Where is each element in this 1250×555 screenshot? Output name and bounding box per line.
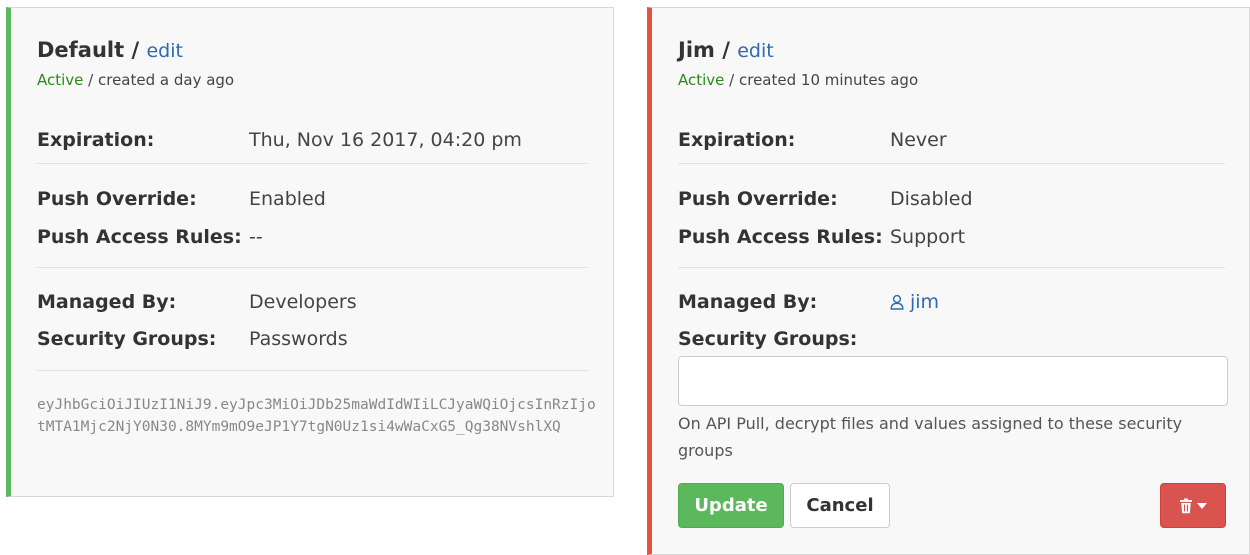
edit-link[interactable]: edit — [737, 40, 773, 62]
push-override-value: Enabled — [249, 188, 326, 210]
edit-link[interactable]: edit — [146, 40, 182, 62]
token-name: Jim — [678, 38, 715, 62]
cancel-button[interactable]: Cancel — [790, 483, 890, 528]
user-icon — [890, 294, 904, 310]
push-access-value: -- — [249, 226, 263, 248]
security-groups-input[interactable] — [678, 356, 1228, 406]
expiration-value: Never — [890, 129, 947, 151]
divider — [678, 267, 1225, 268]
expiration-label: Expiration: — [37, 129, 155, 151]
managed-by-label: Managed By: — [37, 291, 177, 313]
trash-icon — [1180, 498, 1192, 513]
token-name: Default — [37, 38, 125, 62]
divider — [678, 163, 1225, 164]
token-card-default: Default / edit Active / created a day ag… — [6, 7, 614, 497]
push-access-link[interactable]: Support — [890, 226, 965, 248]
chevron-down-icon — [1197, 502, 1207, 509]
status-text: Active — [37, 71, 84, 89]
divider — [37, 163, 589, 164]
card-title: Default / edit — [37, 38, 183, 62]
card-subtitle: Active / created 10 minutes ago — [678, 71, 918, 89]
security-groups-link[interactable]: Passwords — [249, 328, 348, 350]
divider — [37, 370, 589, 371]
managed-by-value: jim — [890, 291, 939, 313]
security-groups-label: Security Groups: — [678, 328, 858, 350]
card-subtitle: Active / created a day ago — [37, 71, 234, 89]
security-groups-label: Security Groups: — [37, 328, 217, 350]
push-override-value: Disabled — [890, 188, 973, 210]
api-token: eyJhbGciOiJIUzI1NiJ9.eyJpc3MiOiJDb25maWd… — [37, 397, 596, 435]
managed-by-label: Managed By: — [678, 291, 818, 313]
divider — [37, 267, 589, 268]
push-override-label: Push Override: — [678, 188, 838, 210]
expiration-label: Expiration: — [678, 129, 796, 151]
push-access-label: Push Access Rules: — [678, 226, 883, 248]
created-text: / created 10 minutes ago — [724, 71, 919, 89]
delete-dropdown-button[interactable] — [1160, 483, 1226, 528]
expiration-value: Thu, Nov 16 2017, 04:20 pm — [249, 129, 522, 151]
token-card-jim: Jim / edit Active / created 10 minutes a… — [647, 7, 1250, 555]
push-override-label: Push Override: — [37, 188, 197, 210]
managed-by-link[interactable]: jim — [910, 291, 939, 313]
update-button[interactable]: Update — [678, 483, 784, 528]
status-text: Active — [678, 71, 725, 89]
created-text: / created a day ago — [83, 71, 235, 89]
managed-by-link[interactable]: Developers — [249, 291, 357, 313]
card-title: Jim / edit — [678, 38, 774, 62]
push-access-label: Push Access Rules: — [37, 226, 242, 248]
security-groups-help-text: On API Pull, decrypt files and values as… — [678, 414, 1183, 460]
